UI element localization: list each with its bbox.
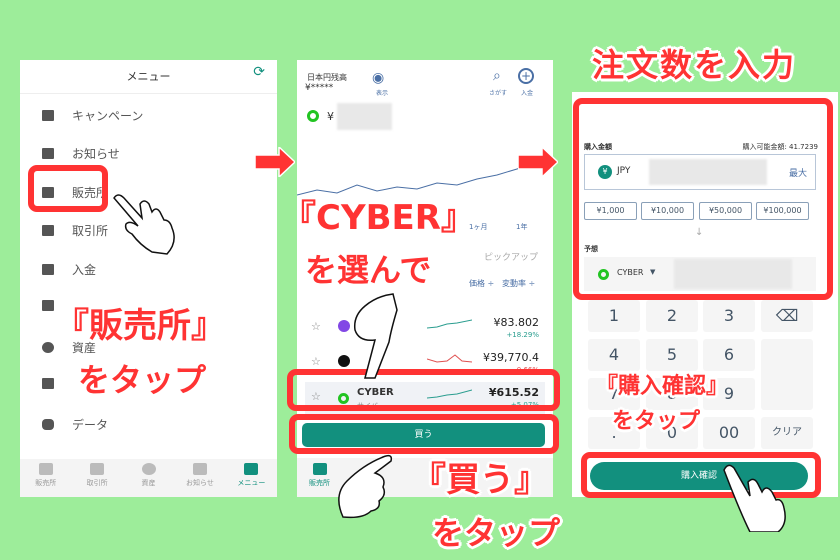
change: +18.29% (506, 331, 539, 339)
label: 取引所 (86, 479, 108, 487)
star-icon[interactable]: ☆ (311, 355, 321, 368)
hand-pointer-icon (353, 293, 398, 379)
menu-item-exchange[interactable]: 取引所 (42, 222, 108, 239)
database-icon (42, 419, 54, 430)
hand-pointer-icon (723, 464, 786, 532)
bank-icon (42, 264, 54, 275)
menu-item-wallet[interactable] (42, 300, 54, 311)
tab-shop[interactable]: 販売所 (309, 478, 330, 488)
hand-pointer-icon (113, 194, 175, 255)
bar-chart-icon (42, 225, 54, 236)
menu-item-bank[interactable] (42, 378, 54, 389)
label: 資産 (141, 479, 156, 487)
step-title: 注文数を入力 (592, 46, 797, 84)
pie-chart-icon (141, 463, 156, 475)
key-5[interactable]: 5 (646, 339, 698, 371)
menu-item-deposit[interactable]: 入金 (42, 261, 96, 278)
arrow-right-icon (255, 147, 295, 177)
wallet-icon (42, 300, 54, 311)
key-3[interactable]: 3 (703, 300, 755, 332)
deposit-label: 入金 (521, 90, 534, 97)
highlight-shop (28, 165, 108, 212)
label: 入金 (72, 263, 97, 277)
callout-select: を選んで (305, 251, 432, 289)
flag-icon (42, 110, 54, 121)
label: 取引所 (72, 224, 109, 238)
tab-pickup[interactable]: ピックアップ (484, 250, 538, 263)
key-1[interactable]: 1 (588, 300, 640, 332)
tab-shop[interactable]: 販売所 (20, 459, 71, 497)
store-icon (313, 463, 327, 475)
search-icon[interactable]: ⌕ (493, 68, 501, 84)
plus-circle-icon[interactable]: + (518, 68, 534, 84)
highlight-cyber (287, 369, 560, 411)
cyber-coin-icon (307, 110, 319, 122)
search-label: さがす (489, 90, 508, 97)
message-icon (192, 463, 207, 475)
period-1y[interactable]: 1年 (516, 222, 527, 232)
menu-icon (244, 463, 259, 475)
label: お知らせ (72, 147, 120, 161)
key-00[interactable]: 00 (703, 417, 755, 449)
balance-value: ¥***** (305, 83, 334, 93)
key-2[interactable]: 2 (646, 300, 698, 332)
key-blank (761, 339, 813, 410)
divider (20, 93, 277, 94)
label: キャンペーン (72, 109, 144, 123)
sort-change[interactable]: 変動率 ÷ (502, 278, 535, 289)
menu-item-data[interactable]: データ (42, 416, 108, 433)
sort-price[interactable]: 価格 ÷ (469, 278, 494, 289)
bank-icon (42, 378, 54, 389)
clear-button[interactable]: クリア (761, 417, 813, 449)
label: お知らせ (185, 479, 214, 487)
show-label: 表示 (376, 90, 389, 97)
store-icon (38, 463, 53, 475)
callout-confirm: 『購入確認』 (596, 374, 729, 399)
sparkline (427, 319, 472, 329)
arrow-right-icon (518, 147, 558, 177)
price: ¥83.802 (493, 316, 540, 329)
tab-assets[interactable]: 資産 (123, 459, 174, 497)
eye-icon[interactable]: ◉ (372, 70, 384, 86)
callout-shop: 『販売所』 (55, 306, 225, 346)
message-icon (42, 148, 54, 159)
label: 販売所 (35, 479, 57, 487)
menu-item-news[interactable]: お知らせ (42, 145, 120, 162)
highlight-buy (289, 414, 559, 454)
key-6[interactable]: 6 (703, 339, 755, 371)
callout-buy: 『買う』 (412, 460, 548, 500)
menu-item-campaign[interactable]: キャンペーン (42, 107, 143, 124)
sparkline (427, 354, 472, 363)
callout-confirm-tap: をタップ (612, 409, 701, 434)
balance-label: 日本円残高 (307, 73, 347, 82)
bar-chart-icon (90, 463, 105, 475)
callout-tap: をタップ (78, 361, 207, 399)
coin-row[interactable]: ☆ ¥83.802 +18.29% (297, 312, 553, 346)
blurred-balance (337, 103, 392, 130)
menu-title: メニュー (126, 70, 171, 83)
price: ¥39,770.4 (483, 351, 539, 364)
callout-cyber: 『CYBER』 (282, 198, 475, 238)
key-4[interactable]: 4 (588, 339, 640, 371)
bottom-tab-bar: 販売所 取引所 資産 お知らせ メニュー (20, 459, 277, 497)
tab-exchange[interactable]: 取引所 (71, 459, 122, 497)
label: メニュー (237, 479, 266, 487)
yen-symbol: ¥ (327, 110, 334, 123)
hand-pointer-icon (338, 454, 393, 519)
callout-buy-tap: をタップ (432, 514, 561, 552)
backspace-icon[interactable]: ⌫ (761, 300, 813, 332)
refresh-icon[interactable]: ⟳ (253, 64, 265, 80)
tab-news[interactable]: お知らせ (174, 459, 225, 497)
star-icon[interactable]: ☆ (311, 320, 321, 333)
menu-screen: メニュー ⟳ キャンペーン お知らせ 販売所 取引所 入金 資産 データ 販売所… (20, 60, 277, 497)
pie-chart-icon (42, 342, 54, 353)
label: データ (72, 418, 109, 432)
tab-menu[interactable]: メニュー (226, 459, 277, 497)
highlight-order-form (573, 98, 833, 300)
